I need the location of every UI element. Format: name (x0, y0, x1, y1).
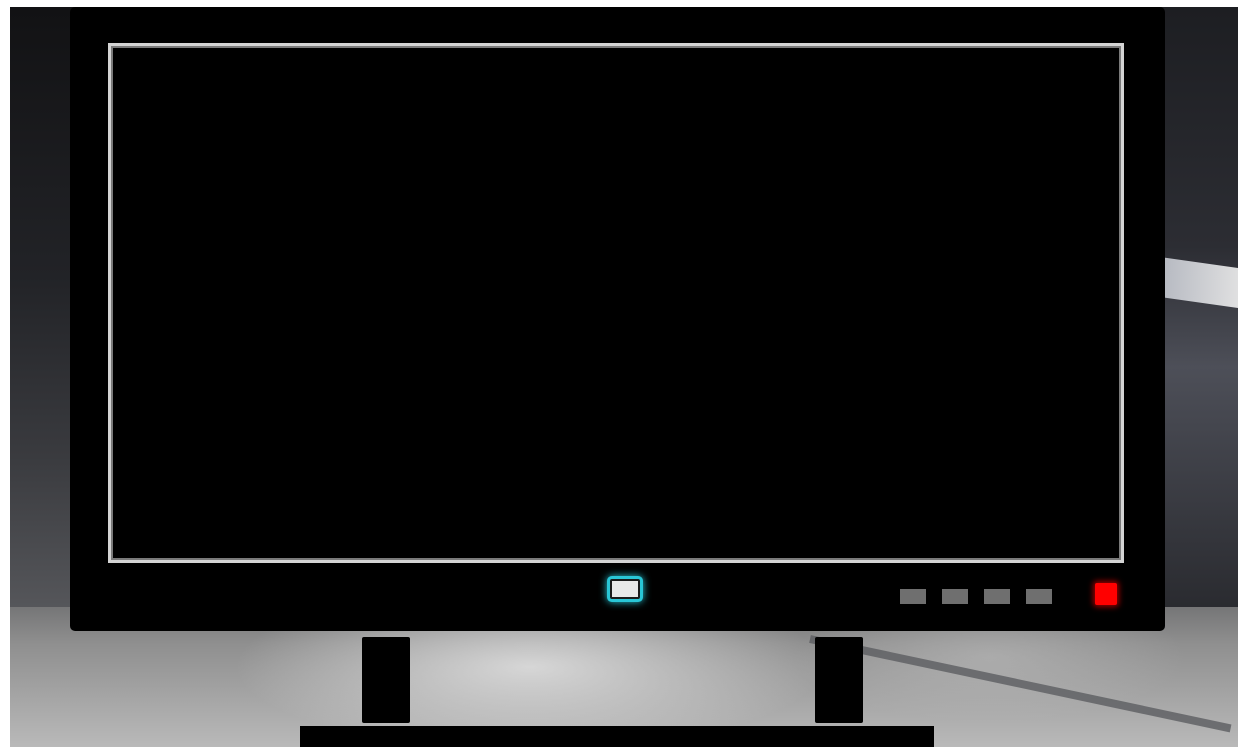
source-button[interactable] (1026, 589, 1052, 604)
up-button[interactable] (942, 589, 968, 604)
tv-monitor (70, 7, 1165, 631)
garage-background (10, 7, 1238, 747)
power-indicator-button[interactable] (610, 579, 640, 599)
floor-marking (809, 635, 1232, 733)
power-button[interactable] (1095, 583, 1117, 605)
tv-screen[interactable] (108, 43, 1124, 563)
monitor-base (300, 726, 934, 747)
monitor-leg-left (362, 637, 410, 723)
monitor-leg-right (815, 637, 863, 723)
menu-button[interactable] (900, 589, 926, 604)
down-button[interactable] (984, 589, 1010, 604)
control-button-group (900, 589, 1052, 604)
